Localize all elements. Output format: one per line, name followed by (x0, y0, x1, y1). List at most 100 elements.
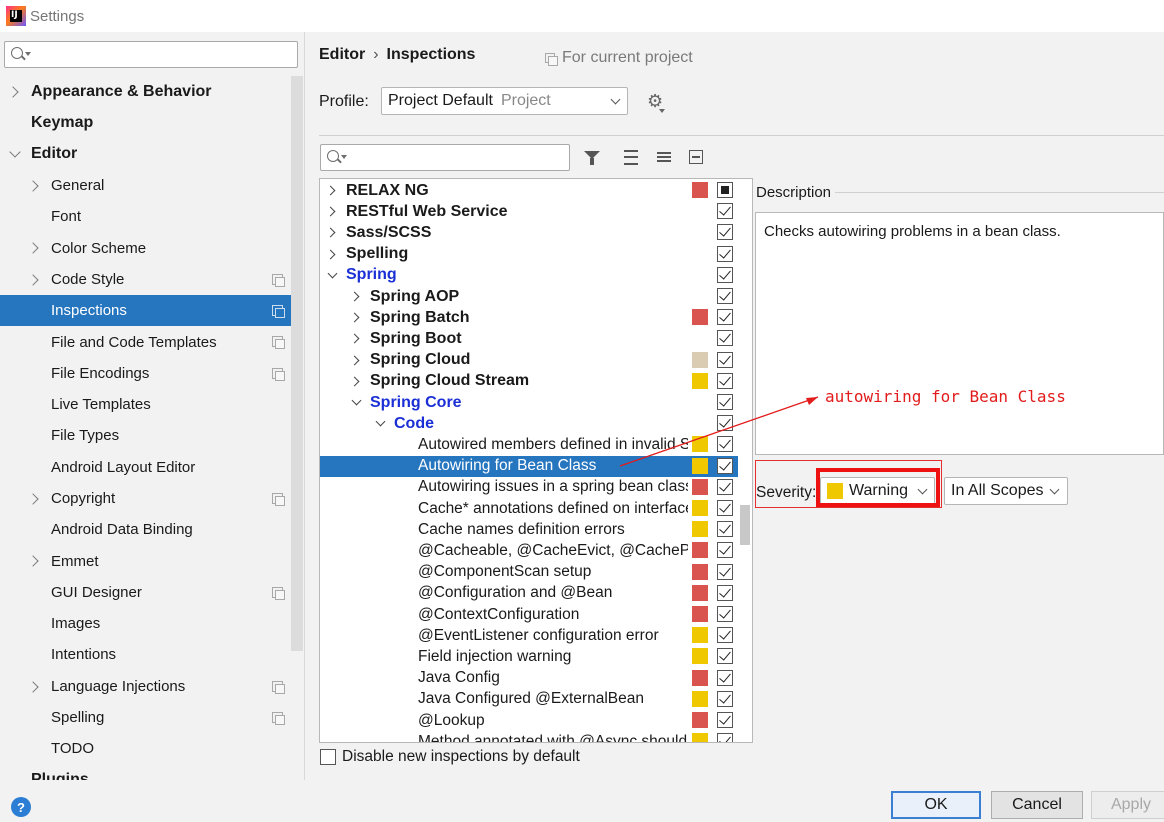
scrollbar-thumb[interactable] (740, 505, 750, 545)
sidebar-item[interactable]: Spelling (0, 702, 291, 733)
inspection-enabled-checkbox[interactable] (717, 351, 733, 368)
inspection-enabled-checkbox[interactable] (717, 266, 733, 283)
ok-button[interactable]: OK (891, 791, 981, 819)
inspection-row[interactable]: @Lookup (320, 710, 738, 731)
sidebar-item[interactable]: File and Code Templates (0, 326, 291, 357)
inspection-scrollbar[interactable] (740, 185, 750, 735)
inspection-row[interactable]: Spring Boot (320, 328, 738, 349)
sidebar-search-input[interactable] (4, 41, 298, 68)
chevron-right-icon[interactable] (349, 376, 360, 387)
chevron-down-icon[interactable] (327, 268, 338, 279)
inspection-row[interactable]: Spelling (320, 244, 738, 265)
inspection-row[interactable]: Spring Cloud Stream (320, 371, 738, 392)
chevron-right-icon[interactable] (325, 227, 336, 238)
sidebar-item[interactable]: Appearance & Behavior (0, 76, 291, 107)
chevron-right-icon[interactable] (27, 242, 39, 255)
gear-menu-caret-icon[interactable] (659, 109, 665, 113)
chevron-right-icon[interactable] (7, 86, 19, 98)
inspection-row[interactable]: Spring Core (320, 392, 738, 413)
sidebar-item[interactable]: Inspections (0, 295, 291, 327)
inspection-enabled-checkbox[interactable] (717, 415, 733, 432)
sidebar-item[interactable]: Language Injections (0, 671, 291, 702)
inspection-row[interactable]: Autowiring for Bean Class (320, 455, 738, 477)
breadcrumb-editor[interactable]: Editor (319, 46, 365, 64)
inspection-enabled-checkbox[interactable] (717, 500, 733, 516)
chevron-down-icon[interactable] (375, 416, 386, 427)
inspection-enabled-checkbox[interactable] (717, 330, 733, 347)
sidebar-item[interactable]: TODO (0, 733, 291, 764)
inspection-enabled-checkbox[interactable] (717, 521, 733, 538)
inspection-row[interactable]: @Configuration and @Bean (320, 583, 738, 604)
inspection-enabled-checkbox[interactable] (717, 733, 733, 742)
inspection-enabled-checkbox[interactable] (717, 542, 733, 559)
inspection-row[interactable]: Field injection warning (320, 646, 738, 667)
inspection-enabled-checkbox[interactable] (717, 457, 733, 474)
sidebar-item[interactable]: Code Style (0, 264, 291, 295)
inspection-enabled-checkbox[interactable] (717, 224, 733, 241)
chevron-right-icon[interactable] (27, 180, 39, 192)
chevron-right-icon[interactable] (325, 206, 336, 217)
sidebar-item[interactable]: Font (0, 201, 291, 232)
sidebar-item[interactable]: Color Scheme (0, 232, 291, 263)
expand-all-icon[interactable] (621, 147, 641, 167)
inspection-row[interactable]: @ContextConfiguration (320, 604, 738, 625)
sidebar-item[interactable]: Keymap (0, 107, 291, 138)
inspection-enabled-checkbox[interactable] (717, 648, 733, 665)
inspection-row[interactable]: RESTful Web Service (320, 201, 738, 222)
checkbox-box[interactable] (320, 749, 336, 765)
inspection-enabled-checkbox[interactable] (717, 436, 733, 453)
sidebar-item[interactable]: Editor (0, 139, 291, 170)
sidebar-item[interactable]: File Encodings (0, 358, 291, 389)
sidebar-item[interactable]: GUI Designer (0, 577, 291, 608)
sidebar-item[interactable]: Live Templates (0, 389, 291, 420)
inspection-row[interactable]: Java Config (320, 668, 738, 689)
sidebar-item[interactable]: Android Data Binding (0, 514, 291, 545)
chevron-right-icon[interactable] (349, 355, 360, 366)
scope-dropdown[interactable]: In All Scopes (944, 477, 1068, 505)
inspection-enabled-checkbox[interactable] (717, 203, 733, 220)
sidebar-item[interactable]: Android Layout Editor (0, 452, 291, 483)
disable-new-inspections-checkbox[interactable]: Disable new inspections by default (320, 748, 580, 766)
filter-icon[interactable] (582, 147, 602, 167)
search-history-caret-icon[interactable] (341, 155, 347, 159)
sidebar-item[interactable]: Copyright (0, 483, 291, 514)
search-history-caret-icon[interactable] (25, 52, 31, 56)
apply-button[interactable]: Apply (1091, 791, 1164, 819)
inspection-enabled-checkbox[interactable] (717, 690, 733, 707)
inspection-row[interactable]: Autowired members defined in invalid Spr… (320, 434, 738, 455)
sidebar-item[interactable]: Intentions (0, 639, 291, 670)
inspection-enabled-checkbox[interactable] (717, 372, 733, 389)
inspection-enabled-checkbox[interactable] (717, 712, 733, 728)
inspection-enabled-checkbox[interactable] (717, 669, 733, 686)
reset-to-empty-icon[interactable] (687, 147, 707, 167)
chevron-right-icon[interactable] (27, 493, 39, 505)
collapse-all-icon[interactable] (654, 147, 674, 167)
inspection-row[interactable]: Code (320, 413, 738, 434)
chevron-right-icon[interactable] (27, 274, 39, 286)
inspection-row[interactable]: Spring AOP (320, 286, 738, 307)
inspection-enabled-checkbox[interactable] (717, 182, 733, 198)
inspection-row[interactable]: Autowiring issues in a spring bean class (320, 477, 738, 498)
sidebar-item[interactable]: Emmet (0, 545, 291, 576)
inspection-row[interactable]: Spring Cloud (320, 350, 738, 371)
chevron-right-icon[interactable] (27, 555, 39, 568)
inspection-enabled-checkbox[interactable] (717, 394, 733, 410)
inspection-row[interactable]: RELAX NG (320, 180, 738, 201)
chevron-down-icon[interactable] (9, 145, 21, 158)
inspection-row[interactable]: Java Configured @ExternalBean (320, 689, 738, 710)
inspection-enabled-checkbox[interactable] (717, 288, 733, 304)
inspection-row[interactable]: @ComponentScan setup (320, 562, 738, 583)
sidebar-scrollbar[interactable] (291, 76, 303, 651)
sidebar-item[interactable]: Images (0, 608, 291, 639)
chevron-right-icon[interactable] (27, 680, 39, 693)
gear-icon[interactable]: ⚙ (647, 92, 665, 110)
inspection-row[interactable]: Sass/SCSS (320, 222, 738, 243)
sidebar-item[interactable]: Plugins (0, 765, 291, 780)
inspection-row[interactable]: @EventListener configuration error (320, 625, 738, 646)
chevron-right-icon[interactable] (349, 333, 360, 344)
chevron-down-icon[interactable] (351, 395, 362, 406)
chevron-right-icon[interactable] (349, 312, 360, 323)
inspection-row[interactable]: @Cacheable, @CacheEvict, @CachePut (320, 540, 738, 561)
inspection-enabled-checkbox[interactable] (717, 478, 733, 495)
help-icon[interactable]: ? (11, 797, 31, 817)
